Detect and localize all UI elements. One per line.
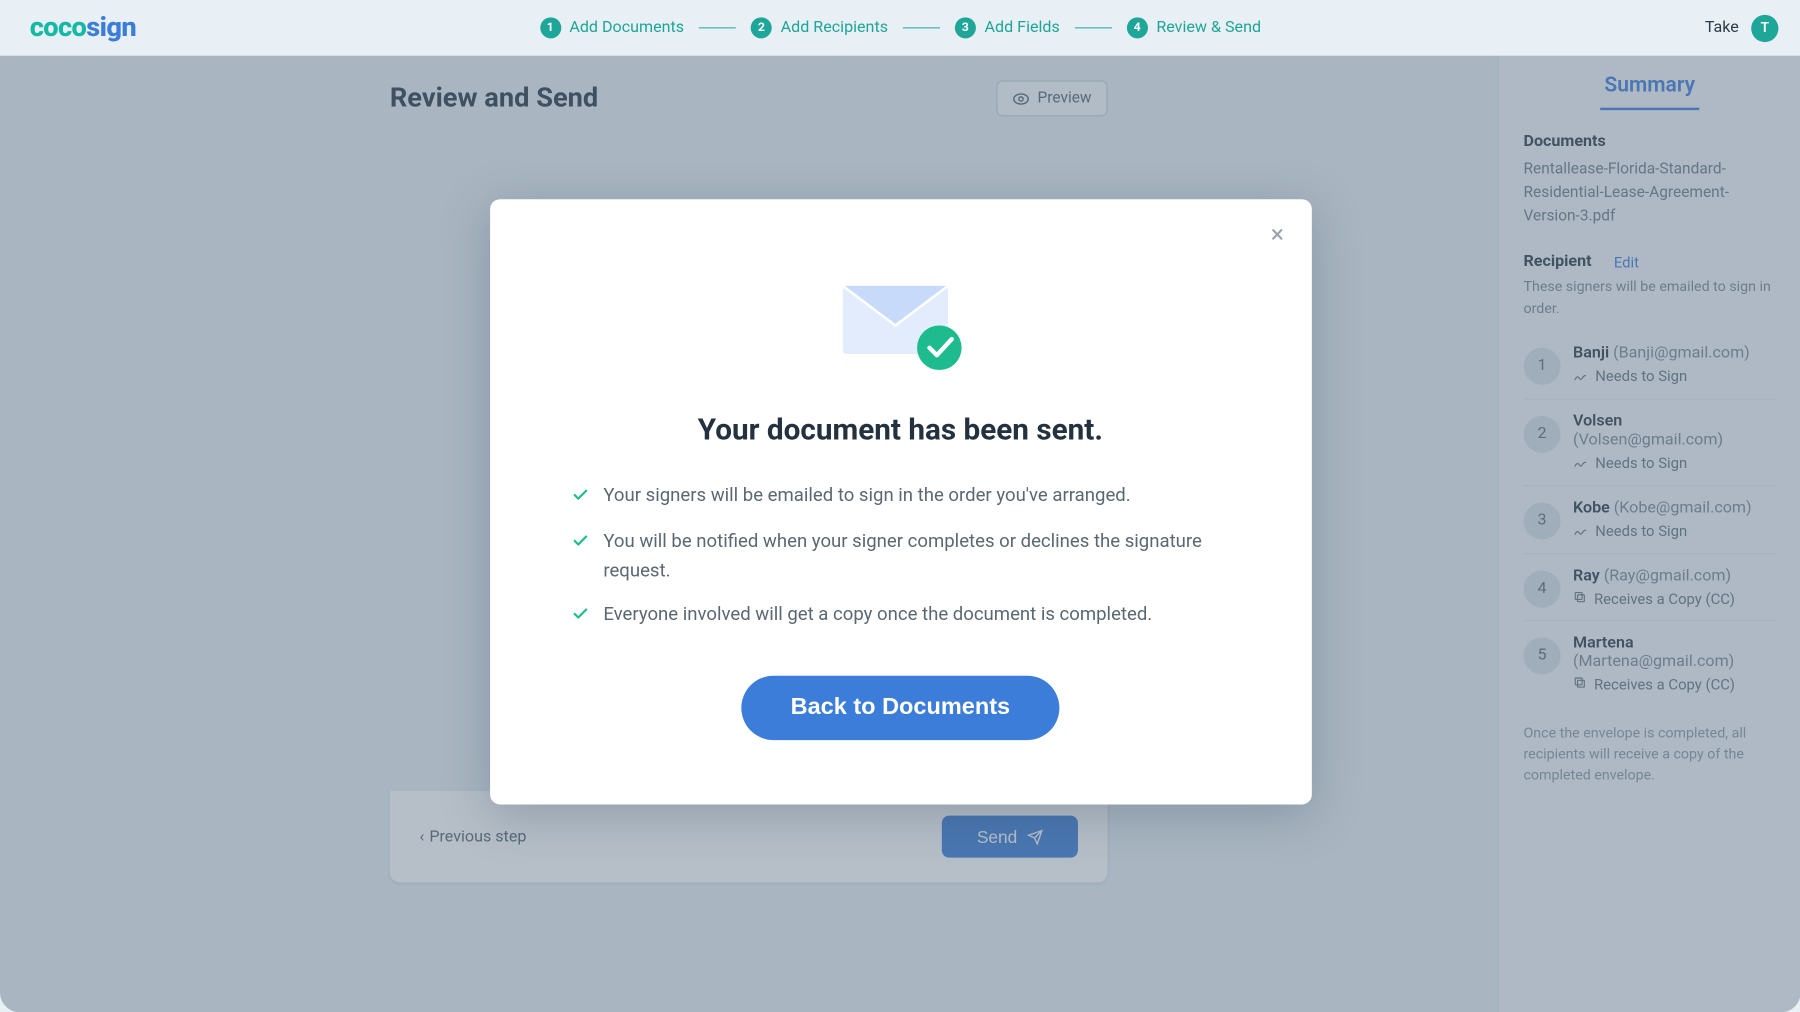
step-add-recipients[interactable]: 2 Add Recipients — [751, 17, 888, 38]
sent-modal: × Your document has been sent. Your sign… — [489, 199, 1311, 804]
modal-bullet: You will be notified when your signer co… — [571, 528, 1229, 586]
check-icon — [571, 600, 588, 631]
step-add-fields[interactable]: 3 Add Fields — [955, 17, 1060, 38]
step-add-documents[interactable]: 1 Add Documents — [540, 17, 684, 38]
modal-bullet: Everyone involved will get a copy once t… — [571, 600, 1229, 631]
step-label: Add Recipients — [781, 19, 888, 38]
close-icon[interactable]: × — [1271, 222, 1284, 247]
step-label: Review & Send — [1156, 19, 1261, 38]
step-label: Add Documents — [569, 19, 684, 38]
avatar[interactable]: T — [1751, 14, 1778, 41]
step-review-send[interactable]: 4 Review & Send — [1127, 17, 1261, 38]
step-label: Add Fields — [985, 19, 1060, 38]
check-icon — [571, 481, 588, 512]
modal-title: Your document has been sent. — [564, 412, 1237, 447]
check-icon — [571, 528, 588, 586]
stepper: 1 Add Documents 2 Add Recipients 3 Add F… — [540, 0, 1261, 56]
back-to-documents-button[interactable]: Back to Documents — [741, 676, 1060, 740]
envelope-success-icon — [832, 276, 968, 375]
username[interactable]: Take — [1705, 19, 1739, 38]
logo[interactable]: cocosign — [30, 12, 136, 43]
modal-bullet: Your signers will be emailed to sign in … — [571, 481, 1229, 512]
